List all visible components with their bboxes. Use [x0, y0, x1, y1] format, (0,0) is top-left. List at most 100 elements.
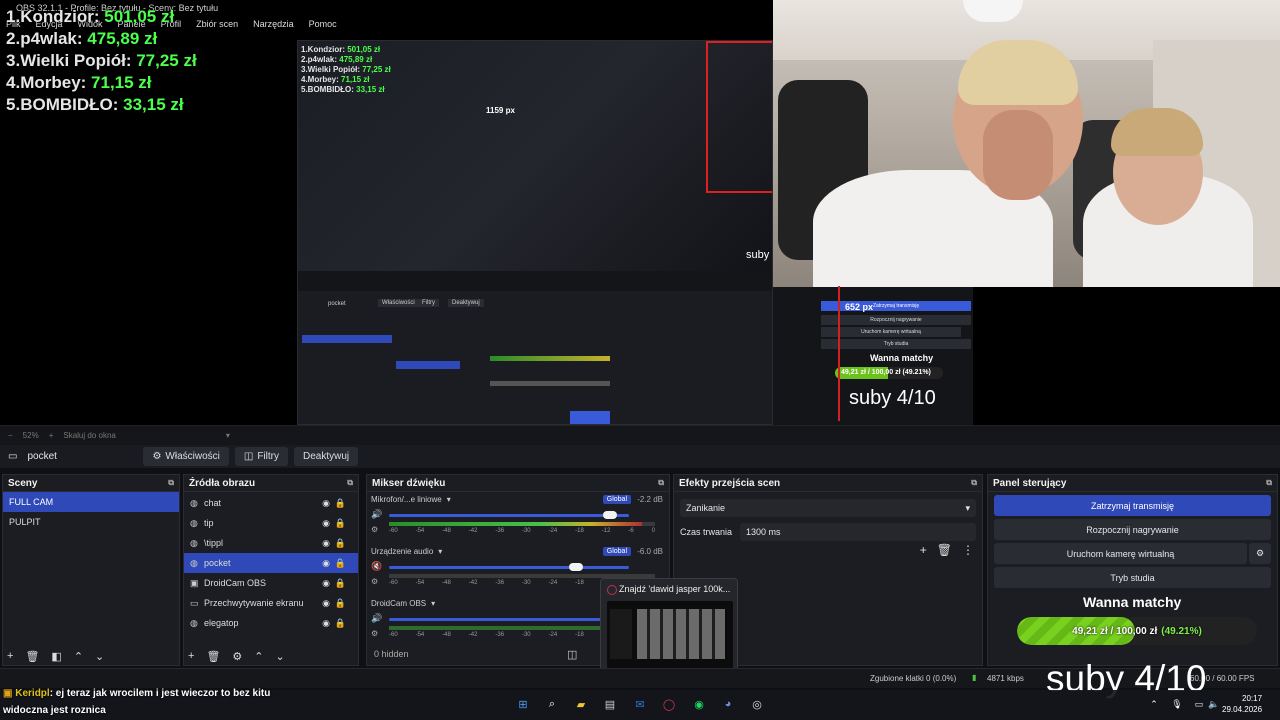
window-preview-popup[interactable]: Znajdź 'dawid jasper 100k... — [600, 578, 738, 674]
eye-icon[interactable]: ◉ — [322, 498, 330, 509]
eye-icon[interactable]: ◉ — [322, 558, 330, 569]
filter-icon[interactable]: ◧ — [51, 650, 61, 663]
virtual-camera-button[interactable]: Uruchom kamerę wirtualną — [994, 543, 1247, 564]
selection-box — [706, 41, 772, 193]
opera-icon[interactable]: ◯ — [660, 695, 678, 713]
source-item[interactable]: ▭ Przechwytywanie ekranu ◉ 🔒 — [184, 593, 358, 613]
lock-icon[interactable]: 🔒 — [335, 578, 346, 589]
windows-start-icon[interactable]: ⊞ — [514, 695, 532, 713]
eye-icon[interactable]: ◉ — [322, 518, 330, 529]
scene-item-pulpit[interactable]: PULPIT — [3, 512, 179, 532]
scenes-dock: Sceny ⧉ FULL CAM PULPIT + 🗑 ◧ ⌃ ⌄ — [2, 474, 180, 666]
transition-select[interactable]: Zanikanie ▾ — [680, 499, 976, 517]
stop-stream-button[interactable]: Zatrzymaj transmisję — [994, 495, 1271, 516]
obs-icon[interactable]: ◎ — [748, 695, 766, 713]
source-item[interactable]: ◍ chat ◉ 🔒 — [184, 493, 358, 513]
deactivate-button[interactable]: Deaktywuj — [294, 447, 359, 466]
source-item-selected[interactable]: ◍ pocket ◉ 🔒 — [184, 553, 358, 573]
source-item[interactable]: ◍ elegatop ◉ 🔒 — [184, 613, 358, 633]
hidden-count: 0 hidden — [374, 649, 409, 659]
undock-icon[interactable]: ⧉ — [971, 478, 977, 488]
undock-icon[interactable]: ⧉ — [168, 478, 174, 488]
mixer-layout-icon[interactable]: ◫ — [567, 648, 577, 661]
undock-icon[interactable]: ⧉ — [347, 478, 353, 488]
nested-sub-counter: suby 4/10 — [849, 387, 936, 409]
duration-input[interactable]: 1300 ms — [740, 523, 976, 541]
volume-slider[interactable] — [389, 566, 629, 569]
move-up-icon[interactable]: ⌃ — [254, 650, 263, 663]
lock-icon[interactable]: 🔒 — [335, 518, 346, 529]
volume-icon[interactable]: 🔈 — [1205, 695, 1223, 713]
sources-dock: Źródła obrazu ⧉ ◍ chat ◉ 🔒 ◍ tip ◉ 🔒 ◍ \tippl ◉ 🔒 … — [183, 474, 359, 666]
gear-icon[interactable]: ⚙ — [371, 577, 378, 586]
speaker-muted-icon[interactable]: 🔇 — [371, 561, 382, 572]
trash-icon[interactable]: 🗑 — [937, 543, 952, 557]
volume-knob[interactable] — [569, 563, 584, 571]
gear-icon[interactable]: ⚙ — [371, 629, 378, 638]
start-record-button[interactable]: Rozpocznij nagrywanie — [994, 519, 1271, 540]
volume-knob[interactable] — [602, 511, 617, 519]
gear-icon[interactable]: ⚙ — [371, 525, 378, 534]
eye-icon[interactable]: ◉ — [322, 598, 330, 609]
mail-icon[interactable]: ✉ — [631, 695, 649, 713]
gear-icon[interactable]: ⚙ — [232, 650, 242, 663]
filters-button[interactable]: ◫ Filtry — [234, 447, 288, 466]
menu-tools[interactable]: Narzędzia — [253, 19, 294, 29]
spotify-icon[interactable]: ◉ — [690, 695, 708, 713]
preview-canvas[interactable]: OBS 32.1.1 - Profile: Bez tytułu - Sceny… — [0, 0, 1280, 425]
volume-db: -2.2 dB — [637, 495, 663, 504]
lock-icon[interactable]: 🔒 — [335, 558, 346, 569]
discord-icon[interactable]: ◕ — [719, 695, 737, 713]
eye-icon[interactable]: ◉ — [322, 538, 330, 549]
chevron-up-icon[interactable]: ⌃ — [1145, 695, 1163, 713]
lock-icon[interactable]: 🔒 — [335, 538, 346, 549]
eye-icon[interactable]: ◉ — [322, 578, 330, 589]
speaker-icon[interactable]: 🔊 — [371, 613, 382, 624]
nested-leaderboard: 1.Kondzior: 501,05 zł 2.p4wlak: 475,89 z… — [301, 45, 391, 94]
leaderboard-row: 5.BOMBIDŁO: 33,15 zł — [6, 95, 184, 114]
properties-button[interactable]: ⚙ Właściwości — [143, 447, 229, 466]
add-icon[interactable]: + — [7, 650, 13, 663]
source-item[interactable]: ◍ \tippl ◉ 🔒 — [184, 533, 358, 553]
chevron-down-icon[interactable]: ▾ — [226, 431, 230, 440]
source-item[interactable]: ▣ DroidCam OBS ◉ 🔒 — [184, 573, 358, 593]
trash-icon[interactable]: 🗑 — [206, 650, 220, 663]
volume-slider[interactable] — [389, 514, 629, 517]
lock-icon[interactable]: 🔒 — [335, 598, 346, 609]
zoom-in-button[interactable]: + — [49, 431, 54, 440]
leaderboard-row: 3.Wielki Popiół: 77,25 zł — [6, 51, 197, 70]
zoom-out-button[interactable]: − — [8, 431, 13, 440]
nested-docks: pocket Właściwości Filtry Deaktywuj — [298, 291, 772, 424]
leaderboard-row: 4.Morbey: 71,15 zł — [6, 73, 152, 92]
zoom-mode[interactable]: Skaluj do okna — [63, 431, 115, 440]
undock-icon[interactable]: ⧉ — [1266, 478, 1272, 488]
store-icon[interactable]: ▤ — [601, 695, 619, 713]
source-item[interactable]: ◍ tip ◉ 🔒 — [184, 513, 358, 533]
chevron-down-icon[interactable]: ▾ — [447, 495, 451, 504]
lock-icon[interactable]: 🔒 — [335, 618, 346, 629]
studio-mode-button[interactable]: Tryb studia — [994, 567, 1271, 588]
add-icon[interactable]: + — [920, 543, 927, 557]
chevron-down-icon[interactable]: ▾ — [438, 547, 442, 556]
search-icon[interactable]: ⌕ — [543, 695, 561, 713]
virtual-camera-settings-button[interactable]: ⚙ — [1249, 543, 1271, 564]
undock-icon[interactable]: ⧉ — [658, 478, 664, 488]
speaker-icon[interactable]: 🔊 — [371, 509, 382, 520]
add-icon[interactable]: + — [188, 650, 194, 663]
move-down-icon[interactable]: ⌄ — [95, 650, 104, 663]
system-clock[interactable]: 20:17 29.04.2026 — [1222, 693, 1262, 715]
trash-icon[interactable]: 🗑 — [25, 650, 39, 663]
chevron-down-icon[interactable]: ▾ — [431, 599, 435, 608]
file-explorer-icon[interactable]: ▰ — [572, 695, 590, 713]
scene-item-full-cam[interactable]: FULL CAM — [3, 492, 179, 512]
eye-icon[interactable]: ◉ — [322, 618, 330, 629]
move-down-icon[interactable]: ⌄ — [276, 650, 285, 663]
move-up-icon[interactable]: ⌃ — [74, 650, 83, 663]
menu-help[interactable]: Pomoc — [309, 19, 337, 29]
volume-slider[interactable] — [389, 618, 629, 621]
more-icon[interactable]: ⋮ — [962, 543, 974, 557]
lock-icon[interactable]: 🔒 — [335, 498, 346, 509]
bitrate: 4871 kbps — [987, 674, 1024, 683]
menu-scene-collection[interactable]: Zbiór scen — [196, 19, 238, 29]
mic-icon[interactable]: 🎙 — [1168, 695, 1186, 713]
